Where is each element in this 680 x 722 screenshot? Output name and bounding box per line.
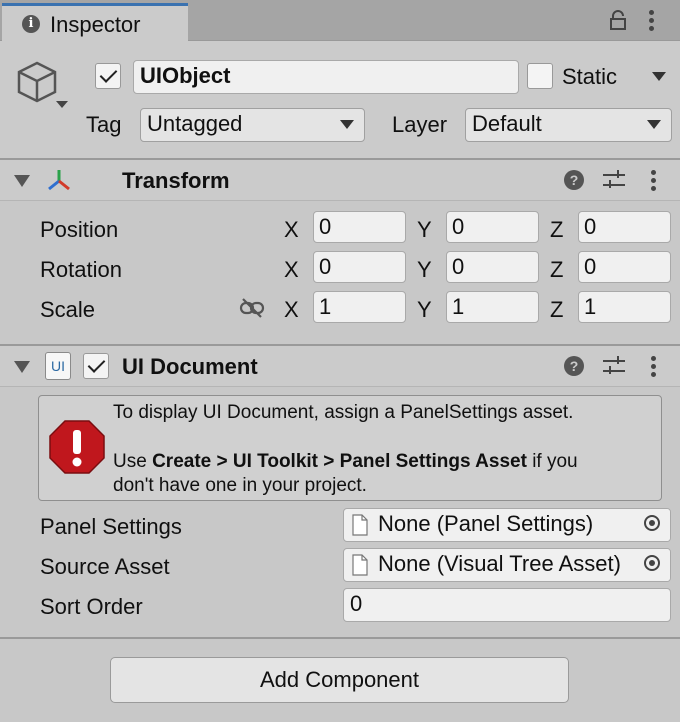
unlinked-scale-icon[interactable] (239, 298, 265, 318)
position-y-field[interactable]: 0 (446, 211, 539, 243)
axis-y-label: Y (417, 297, 432, 322)
help-icon[interactable]: ? (564, 170, 584, 190)
scale-y-field[interactable]: 1 (446, 291, 539, 323)
tab-inspector[interactable]: i Inspector (2, 3, 188, 41)
component-menu-icon[interactable] (651, 356, 657, 380)
axis-y-label: Y (417, 257, 432, 282)
rotation-x-field[interactable]: 0 (313, 251, 406, 283)
sort-order-field[interactable]: 0 (343, 588, 671, 622)
rotation-z-field[interactable]: 0 (578, 251, 671, 283)
axis-z-label: Z (550, 217, 564, 242)
foldout-arrow-icon[interactable] (14, 175, 30, 187)
add-component-button[interactable]: Add Component (110, 657, 569, 703)
panel-settings-field[interactable]: None (Panel Settings) (343, 508, 671, 542)
source-asset-label: Source Asset (40, 554, 170, 579)
help-message-line1: To display UI Document, assign a PanelSe… (113, 402, 574, 423)
tag-value: Untagged (147, 111, 243, 136)
scale-x-field[interactable]: 1 (313, 291, 406, 323)
lock-icon[interactable] (609, 10, 627, 30)
component-menu-icon[interactable] (651, 170, 657, 194)
help-icon[interactable]: ? (564, 356, 584, 376)
layer-dropdown[interactable]: Default (465, 108, 672, 142)
ui-document-icon: UI (45, 352, 71, 380)
error-icon (49, 420, 105, 474)
document-icon (352, 554, 368, 576)
gameobject-header: UIObject Static Tag Untagged Layer Defau… (0, 41, 680, 160)
object-name-field[interactable]: UIObject (133, 60, 519, 94)
tag-label: Tag (86, 112, 122, 137)
static-checkbox[interactable] (527, 63, 553, 89)
rotation-label: Rotation (40, 257, 122, 282)
transform-body: Position X 0 Y 0 Z 0 Rotation X 0 Y 0 Z … (0, 201, 680, 344)
object-picker-icon[interactable] (636, 509, 670, 541)
source-asset-value: None (Visual Tree Asset) (378, 551, 621, 576)
tab-bar: i Inspector (0, 0, 680, 41)
help-message-line3: don't have one in your project. (113, 475, 367, 496)
tab-menu-icon[interactable] (649, 10, 655, 34)
scale-label: Scale (40, 297, 96, 322)
foldout-arrow-icon[interactable] (14, 361, 30, 373)
axis-x-label: X (284, 217, 299, 242)
axis-x-label: X (284, 257, 299, 282)
tag-dropdown[interactable]: Untagged (140, 108, 365, 142)
axis-x-label: X (284, 297, 299, 322)
rotation-y-field[interactable]: 0 (446, 251, 539, 283)
static-dropdown-icon[interactable] (652, 72, 666, 81)
document-icon (352, 514, 368, 536)
sort-order-label: Sort Order (40, 594, 143, 619)
help-menu-path: Create > UI Toolkit > Panel Settings Ass… (152, 451, 527, 472)
static-label: Static (562, 64, 618, 89)
info-icon: i (22, 15, 40, 33)
axis-z-label: Z (550, 257, 564, 282)
ui-document-header[interactable]: UI UI Document ? (0, 346, 680, 387)
panel-settings-label: Panel Settings (40, 514, 182, 539)
axis-y-label: Y (417, 217, 432, 242)
chevron-down-icon (647, 120, 661, 129)
panel-settings-value: None (Panel Settings) (378, 511, 594, 536)
transform-title: Transform (122, 168, 230, 193)
gameobject-icon[interactable] (16, 61, 74, 115)
position-label: Position (40, 217, 119, 242)
help-message-line2: Use Create > UI Toolkit > Panel Settings… (113, 451, 578, 472)
layer-value: Default (472, 111, 542, 136)
transform-header[interactable]: Transform ? (0, 160, 680, 201)
axis-z-label: Z (550, 297, 564, 322)
scale-z-field[interactable]: 1 (578, 291, 671, 323)
chevron-down-icon (340, 120, 354, 129)
position-z-field[interactable]: 0 (578, 211, 671, 243)
tab-title: Inspector (50, 12, 141, 37)
transform-icon (48, 170, 70, 191)
source-asset-field[interactable]: None (Visual Tree Asset) (343, 548, 671, 582)
layer-label: Layer (392, 112, 448, 137)
active-checkbox[interactable] (95, 63, 121, 89)
presets-icon[interactable] (603, 170, 625, 190)
object-picker-icon[interactable] (636, 549, 670, 581)
component-enabled-checkbox[interactable] (83, 353, 109, 379)
presets-icon[interactable] (603, 356, 625, 376)
ui-document-title: UI Document (122, 354, 258, 379)
error-help-box: To display UI Document, assign a PanelSe… (38, 395, 662, 501)
position-x-field[interactable]: 0 (313, 211, 406, 243)
